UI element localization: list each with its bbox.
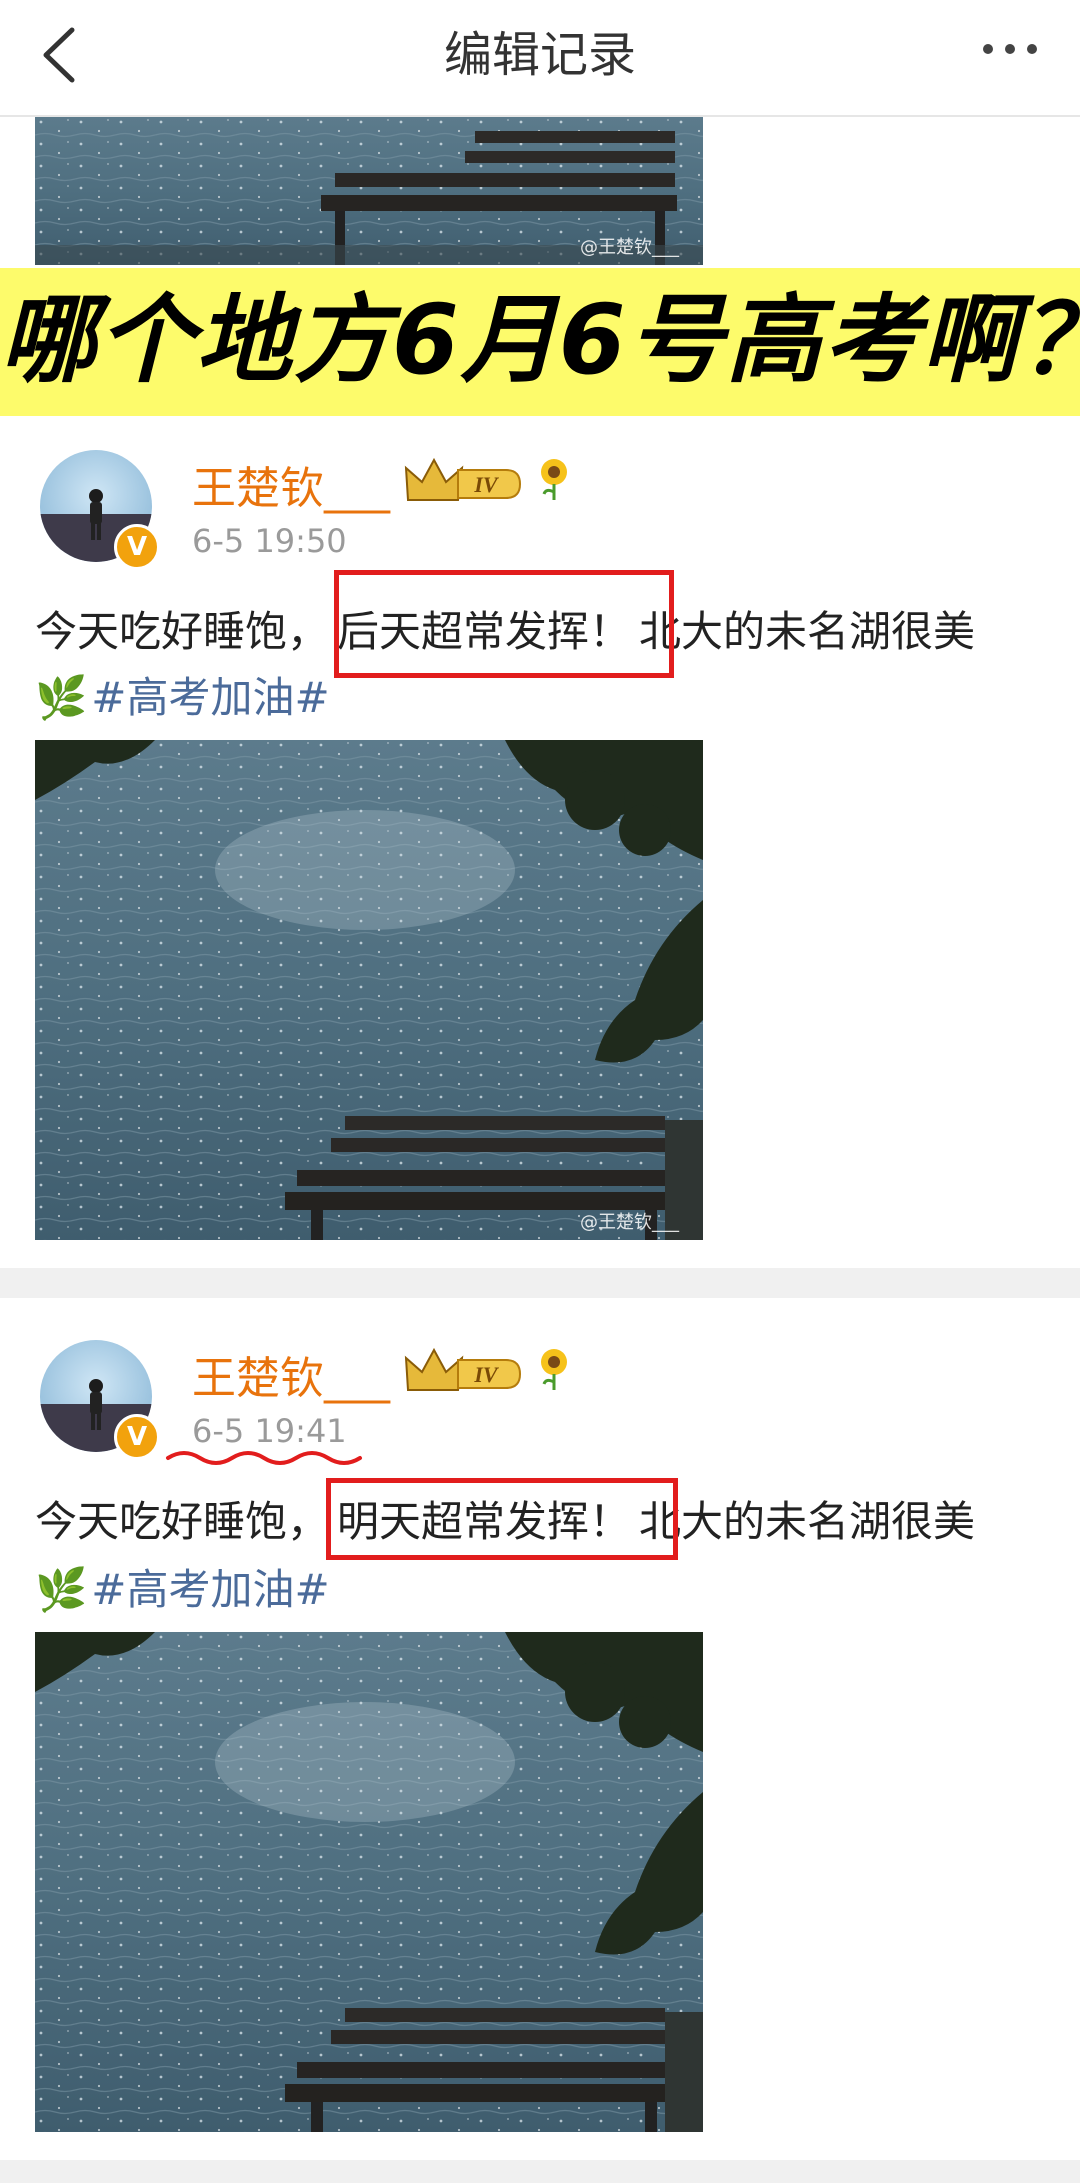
post-separator <box>0 1268 1080 1298</box>
hashtag-text[interactable]: #高考加油# <box>91 1565 329 1614</box>
post-separator <box>0 2160 1080 2183</box>
post-image[interactable] <box>35 1632 703 2132</box>
highlight-box <box>326 1478 678 1560</box>
leaf-icon: 🌿 <box>35 1565 88 1614</box>
image-watermark: @王楚钦___ <box>580 1212 679 1233</box>
sunflower-icon <box>541 459 567 500</box>
level-badge: IV <box>473 472 500 497</box>
hashtag[interactable]: 🌿#高考加油# <box>35 664 330 725</box>
post-text-after: 北大的未名湖很美 <box>639 1497 976 1546</box>
more-dots-icon <box>983 44 1037 54</box>
crown-icon: IV <box>404 1347 522 1391</box>
level-badge: IV <box>473 1362 500 1387</box>
page-title: 编辑记录 <box>443 27 636 83</box>
highlight-box <box>334 570 674 678</box>
nav-bar: 编辑记录 <box>0 0 1080 117</box>
post-image[interactable]: @王楚钦___ <box>35 740 703 1240</box>
crown-icon: IV <box>404 457 522 501</box>
leaf-icon: 🌿 <box>35 673 88 722</box>
headline-text: 哪个地方6月6号高考啊？ <box>0 284 1080 396</box>
image-watermark: @王楚钦___ <box>580 237 679 258</box>
sunflower-icon <box>541 1349 567 1390</box>
hashtag[interactable]: 🌿#高考加油# <box>35 1556 330 1617</box>
post-text-before: 今天吃好睡饱， <box>35 1497 330 1546</box>
hashtag-text[interactable]: #高考加油# <box>91 673 329 722</box>
post-time: 6-5 19:50 <box>192 522 347 560</box>
post-text-after: 北大的未名湖很美 <box>639 607 976 656</box>
verified-icon: V <box>114 1414 160 1460</box>
post-image-partial[interactable]: @王楚钦___ <box>35 117 703 265</box>
username[interactable]: 王楚钦___ <box>192 1342 390 1406</box>
red-wavy-underline <box>166 1451 362 1465</box>
more-button[interactable] <box>970 24 1050 84</box>
post-text-before: 今天吃好睡饱， <box>35 607 330 656</box>
post-time: 6-5 19:41 <box>192 1412 347 1450</box>
verified-icon: V <box>114 524 160 570</box>
headline-banner: 哪个地方6月6号高考啊？ <box>0 268 1080 416</box>
username[interactable]: 王楚钦___ <box>192 452 390 516</box>
